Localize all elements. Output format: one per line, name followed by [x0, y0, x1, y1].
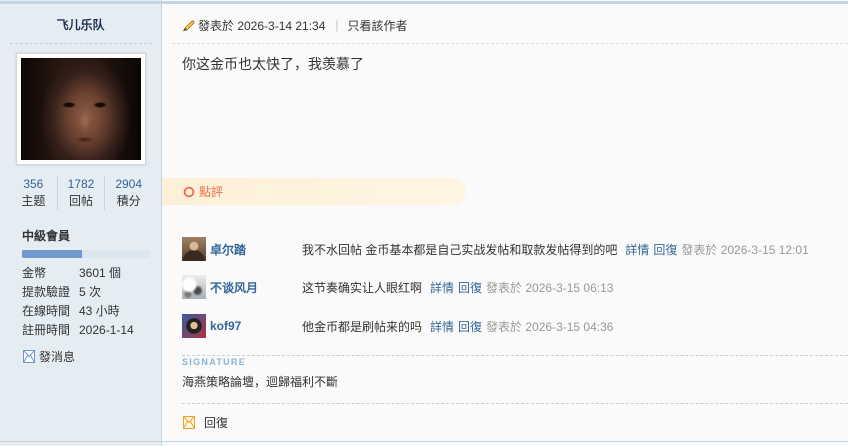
stat-label: 回帖	[69, 194, 94, 208]
user-rank[interactable]: 中級會員	[22, 228, 70, 245]
post-bottom-border	[0, 441, 848, 442]
comment-timestamp: 發表於 2026-3-15 06:13	[486, 280, 614, 295]
stat-value: 356	[23, 177, 44, 191]
profile-label: 金幣	[22, 266, 47, 280]
post-main: 發表於 2026-3-14 21:34 | 只看該作者 你这金币也太快了，我羡慕…	[162, 0, 848, 446]
rate-header: 點評	[162, 178, 466, 205]
signature-divider	[182, 355, 848, 356]
profile-label: 提款驗證	[22, 285, 71, 299]
forum-post: 飞儿乐队 356 主题 1782 回帖 2904 積分 中級會員 金幣 3601…	[0, 0, 848, 446]
envelope-icon	[23, 349, 35, 363]
profile-value: 3601 個	[79, 266, 122, 280]
signature-text: 海燕策略論壇，迴歸福利不斷	[182, 375, 339, 389]
level-progress-fill	[22, 250, 83, 258]
post-top-border	[0, 1, 848, 4]
author-avatar[interactable]	[16, 53, 146, 165]
post-content: 你这金币也太快了，我羡慕了	[182, 56, 364, 72]
comment-row: 卓尔踏 我不水回帖 金币基本都是自己实战发帖和取款发帖得到的吧 詳情 回復 發表…	[182, 237, 809, 261]
profile-label: 在線時間	[22, 304, 71, 318]
comment-reply-link[interactable]: 回復	[458, 279, 482, 296]
comment-username[interactable]: 不谈风月	[206, 279, 302, 296]
stat-threads[interactable]: 356 主题	[10, 176, 57, 210]
comment-details-link[interactable]: 詳情	[430, 279, 454, 296]
send-message-link[interactable]: 發消息	[22, 348, 75, 364]
author-stats: 356 主题 1782 回帖 2904 積分	[10, 176, 152, 210]
stat-value: 2904	[115, 177, 143, 191]
comment-reply-link[interactable]: 回復	[653, 241, 677, 258]
stat-label: 積分	[116, 194, 141, 208]
send-message-label: 發消息	[39, 349, 76, 364]
comment-username[interactable]: 卓尔踏	[206, 241, 302, 258]
header-separator: |	[335, 18, 339, 32]
comment-text: 我不水回帖 金币基本都是自己实战发帖和取款发帖得到的吧	[302, 242, 618, 257]
stat-replies[interactable]: 1782 回帖	[56, 176, 105, 210]
stat-label: 主题	[21, 194, 46, 208]
author-sidebar: 飞儿乐队 356 主题 1782 回帖 2904 積分 中級會員 金幣 3601…	[0, 0, 162, 446]
comment-avatar[interactable]	[182, 275, 206, 299]
post-timestamp: 發表於 2026-3-14 21:34	[198, 18, 326, 33]
post-header: 發表於 2026-3-14 21:34 | 只看該作者	[181, 16, 408, 34]
profile-row: 在線時間 43 小時	[22, 302, 154, 321]
footer-divider	[182, 403, 848, 404]
comment-text: 他金币都是刷帖来的吗	[302, 319, 423, 334]
stat-value: 1782	[67, 177, 95, 191]
author-avatar-image	[21, 58, 141, 160]
comment-row: kof97 他金币都是刷帖来的吗 詳情 回復 發表於 2026-3-15 04:…	[182, 314, 613, 338]
comment-timestamp: 發表於 2026-3-15 12:01	[681, 242, 809, 257]
stat-points[interactable]: 2904 積分	[104, 176, 152, 210]
only-author-link[interactable]: 只看該作者	[348, 17, 408, 34]
author-username[interactable]: 飞儿乐队	[0, 16, 161, 34]
profile-row: 金幣 3601 個	[22, 264, 154, 283]
profile-row: 提款驗證 5 次	[22, 283, 154, 302]
reply-icon	[183, 415, 195, 429]
reply-label: 回復	[204, 415, 229, 430]
profile-label: 註冊時間	[22, 323, 71, 337]
pencil-icon	[182, 20, 195, 32]
author-profile: 金幣 3601 個 提款驗證 5 次 在線時間 43 小時 註冊時間 2026-…	[22, 264, 154, 340]
profile-value: 43 小時	[79, 304, 120, 318]
comment-row: 不谈风月 这节奏确实让人眼红啊 詳情 回復 發表於 2026-3-15 06:1…	[182, 275, 613, 299]
circle-icon	[183, 186, 195, 197]
comment-avatar[interactable]	[182, 314, 206, 338]
comment-timestamp: 發表於 2026-3-15 04:36	[486, 319, 614, 334]
rate-label: 點評	[199, 185, 224, 199]
username-divider	[10, 43, 152, 44]
profile-row: 註冊時間 2026-1-14	[22, 321, 154, 340]
comment-details-link[interactable]: 詳情	[430, 318, 454, 335]
comment-details-link[interactable]: 詳情	[625, 241, 649, 258]
comment-reply-link[interactable]: 回復	[458, 318, 482, 335]
comment-username[interactable]: kof97	[206, 319, 302, 333]
level-progress-bar	[22, 250, 150, 258]
profile-value: 2026-1-14	[79, 323, 134, 337]
comment-text: 这节奏确实让人眼红啊	[302, 280, 423, 295]
profile-value: 5 次	[79, 285, 102, 299]
reply-button[interactable]: 回復	[182, 414, 228, 430]
signature-heading: SIGNATURE	[182, 357, 247, 367]
comment-avatar[interactable]	[182, 237, 206, 261]
header-divider	[172, 43, 848, 44]
